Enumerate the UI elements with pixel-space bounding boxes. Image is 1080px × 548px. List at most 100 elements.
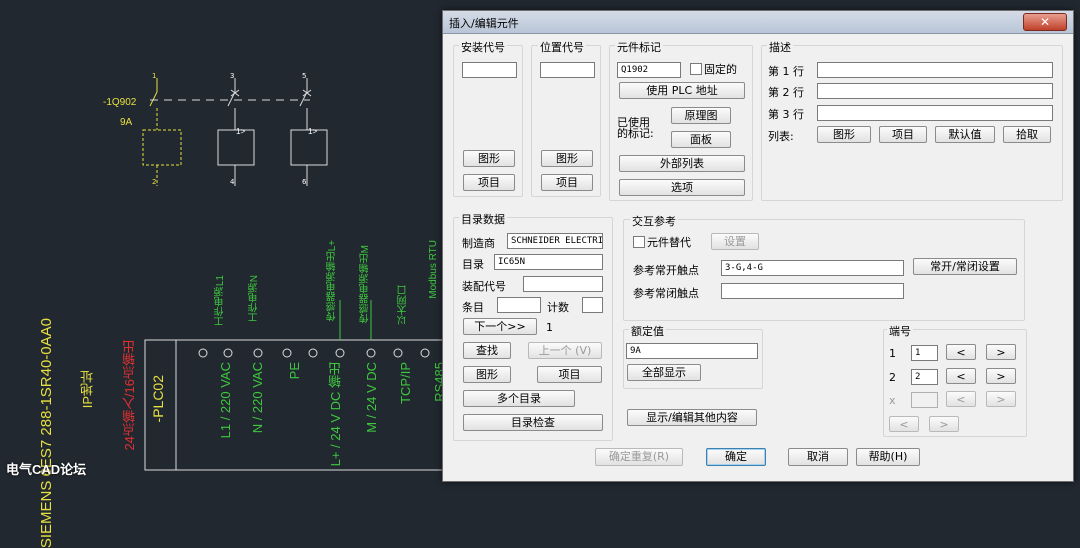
previous-button[interactable]: 上一个 (V) xyxy=(528,342,602,359)
show-all-button[interactable]: 全部显示 xyxy=(627,364,701,381)
fixed-label: 固定的 xyxy=(704,63,737,76)
fixed-checkbox[interactable] xyxy=(690,63,702,75)
install-code-input[interactable] xyxy=(462,62,517,78)
cad-plc-io-desc: 24点输入/16点输出 xyxy=(122,340,137,451)
show-edit-other-button[interactable]: 显示/编辑其他内容 xyxy=(627,409,757,426)
cad-plc-model: SIEMENS 6ES7 288-1SR40-0AA0 xyxy=(38,318,55,548)
use-plc-address-button[interactable]: 使用 PLC 地址 xyxy=(619,82,745,99)
pins-prev-button[interactable]: < xyxy=(889,416,919,432)
catalog-graphic-button[interactable]: 图形 xyxy=(463,366,511,383)
cancel-button[interactable]: 取消 xyxy=(788,448,848,466)
item-input[interactable] xyxy=(497,297,541,313)
install-graphic-button[interactable]: 图形 xyxy=(463,150,515,167)
cad-pin-number: 4 xyxy=(230,178,235,186)
next-count: 1 xyxy=(546,321,553,334)
desc-pick-button[interactable]: 拾取 xyxy=(1003,126,1051,143)
desc-line3-input[interactable] xyxy=(817,105,1053,121)
ref-nc-contacts-input[interactable] xyxy=(721,283,904,299)
setup-button[interactable]: 设置 xyxy=(711,233,759,250)
component-override-checkbox[interactable] xyxy=(633,236,645,248)
panel-button[interactable]: 面板 xyxy=(671,131,731,148)
ref-no-contacts-input[interactable]: 3-G,4-G xyxy=(721,260,904,276)
close-icon[interactable]: ✕ xyxy=(1023,13,1067,31)
options-button[interactable]: 选项 xyxy=(619,179,745,196)
cad-wire-label: 工作电源L1 xyxy=(215,275,226,327)
cad-terminal-label: L+ / 24 V DC 输出 xyxy=(328,362,343,467)
location-graphic-button[interactable]: 图形 xyxy=(541,150,593,167)
desc-item-button[interactable]: 项目 xyxy=(879,126,927,143)
cad-terminal-label: M / 24 V DC xyxy=(364,362,379,433)
component-tag-input[interactable]: Q1902 xyxy=(617,62,681,78)
dialog-title: 插入/编辑元件 xyxy=(449,17,519,30)
desc-line2-input[interactable] xyxy=(817,83,1053,99)
external-list-button[interactable]: 外部列表 xyxy=(619,155,745,172)
desc-line1-input[interactable] xyxy=(817,62,1053,78)
component-override-label: 元件替代 xyxy=(647,236,691,249)
desc-graphic-button[interactable]: 图形 xyxy=(817,126,871,143)
catalog-check-button[interactable]: 目录检查 xyxy=(463,414,603,431)
catalog-input[interactable]: IC65N xyxy=(494,254,603,270)
desc-line1-label: 第 1 行 xyxy=(768,65,804,78)
catalog-item-button[interactable]: 项目 xyxy=(537,366,602,383)
list-label: 列表: xyxy=(768,130,794,143)
cad-wire-label: 传感器电源输出L+ xyxy=(327,240,338,322)
find-button[interactable]: 查找 xyxy=(463,342,511,359)
location-code-label: 位置代号 xyxy=(538,39,586,55)
assembly-code-input[interactable] xyxy=(523,276,603,292)
cross-reference-label: 交互参考 xyxy=(630,213,678,229)
pin1-label: 1 xyxy=(889,347,896,360)
next-button[interactable]: 下一个>> xyxy=(463,318,537,335)
pin2-next-button[interactable]: > xyxy=(986,368,1016,384)
cad-wire-label: 工作电源N xyxy=(249,275,260,323)
pin3-next-button[interactable]: > xyxy=(986,391,1016,407)
cad-plc-ip: IP地址 xyxy=(80,370,95,409)
pin3-input xyxy=(911,392,938,408)
rating-input[interactable]: 9A xyxy=(626,343,758,359)
title-bar[interactable]: 插入/编辑元件 ✕ xyxy=(443,11,1073,34)
rating-label: 额定值 xyxy=(629,323,666,339)
used-tags-label: 已使用 的标记: xyxy=(617,116,654,140)
cad-pin-number: 2 xyxy=(152,178,157,186)
watermark-logo: 电气CAD论坛 xyxy=(6,462,87,477)
count-label: 计数 xyxy=(547,301,569,314)
pin3-prev-button[interactable]: < xyxy=(946,391,976,407)
svg-text:1>: 1> xyxy=(236,127,245,136)
help-button[interactable]: 帮助(H) xyxy=(856,448,920,466)
cad-pin-number: 1 xyxy=(152,72,157,80)
pin2-input[interactable]: 2 xyxy=(911,369,938,385)
pin1-next-button[interactable]: > xyxy=(986,344,1016,360)
multiple-catalog-button[interactable]: 多个目录 xyxy=(463,390,575,407)
pins-label: 端号 xyxy=(887,323,913,339)
pin1-prev-button[interactable]: < xyxy=(946,344,976,360)
install-code-label: 安装代号 xyxy=(459,39,507,55)
count-input[interactable] xyxy=(582,297,603,313)
ref-nc-contacts-label: 参考常闭触点 xyxy=(633,287,699,300)
ref-no-contacts-label: 参考常开触点 xyxy=(633,264,699,277)
pin1-input[interactable]: 1 xyxy=(911,345,938,361)
svg-text:1>: 1> xyxy=(308,127,317,136)
pin2-label: 2 xyxy=(889,371,896,384)
ok-button[interactable]: 确定 xyxy=(706,448,766,466)
location-item-button[interactable]: 项目 xyxy=(541,174,593,191)
cad-breaker-rating: 9A xyxy=(120,117,133,128)
ok-repeat-button[interactable]: 确定重复(R) xyxy=(595,448,683,466)
pins-next-button[interactable]: > xyxy=(929,416,959,432)
cad-wire-label: 传感器电源输出M xyxy=(360,245,371,324)
cad-terminal-label: N / 220 VAC xyxy=(250,362,265,434)
install-item-button[interactable]: 项目 xyxy=(463,174,515,191)
location-code-input[interactable] xyxy=(540,62,595,78)
manufacturer-input[interactable]: SCHNEIDER ELECTRI xyxy=(507,233,603,249)
insert-edit-component-dialog: 插入/编辑元件 ✕ 安装代号 图形 项目 位置代号 图形 项目 元件标记 Q19… xyxy=(442,10,1074,482)
pin2-prev-button[interactable]: < xyxy=(946,368,976,384)
item-label: 条目 xyxy=(462,301,484,314)
cad-breaker-tag: -1Q902 xyxy=(103,97,137,108)
cad-pin-number: 6 xyxy=(302,178,307,186)
schematic-button[interactable]: 原理图 xyxy=(671,107,731,124)
cad-wire-label: Modbus RTU xyxy=(428,240,439,299)
catalog-label: 目录 xyxy=(462,258,484,271)
desc-line3-label: 第 3 行 xyxy=(768,108,804,121)
no-nc-setup-button[interactable]: 常开/常闭设置 xyxy=(913,258,1017,275)
desc-default-button[interactable]: 默认值 xyxy=(935,126,995,143)
component-tag-label: 元件标记 xyxy=(615,39,663,55)
pin3-label: x xyxy=(889,394,896,407)
